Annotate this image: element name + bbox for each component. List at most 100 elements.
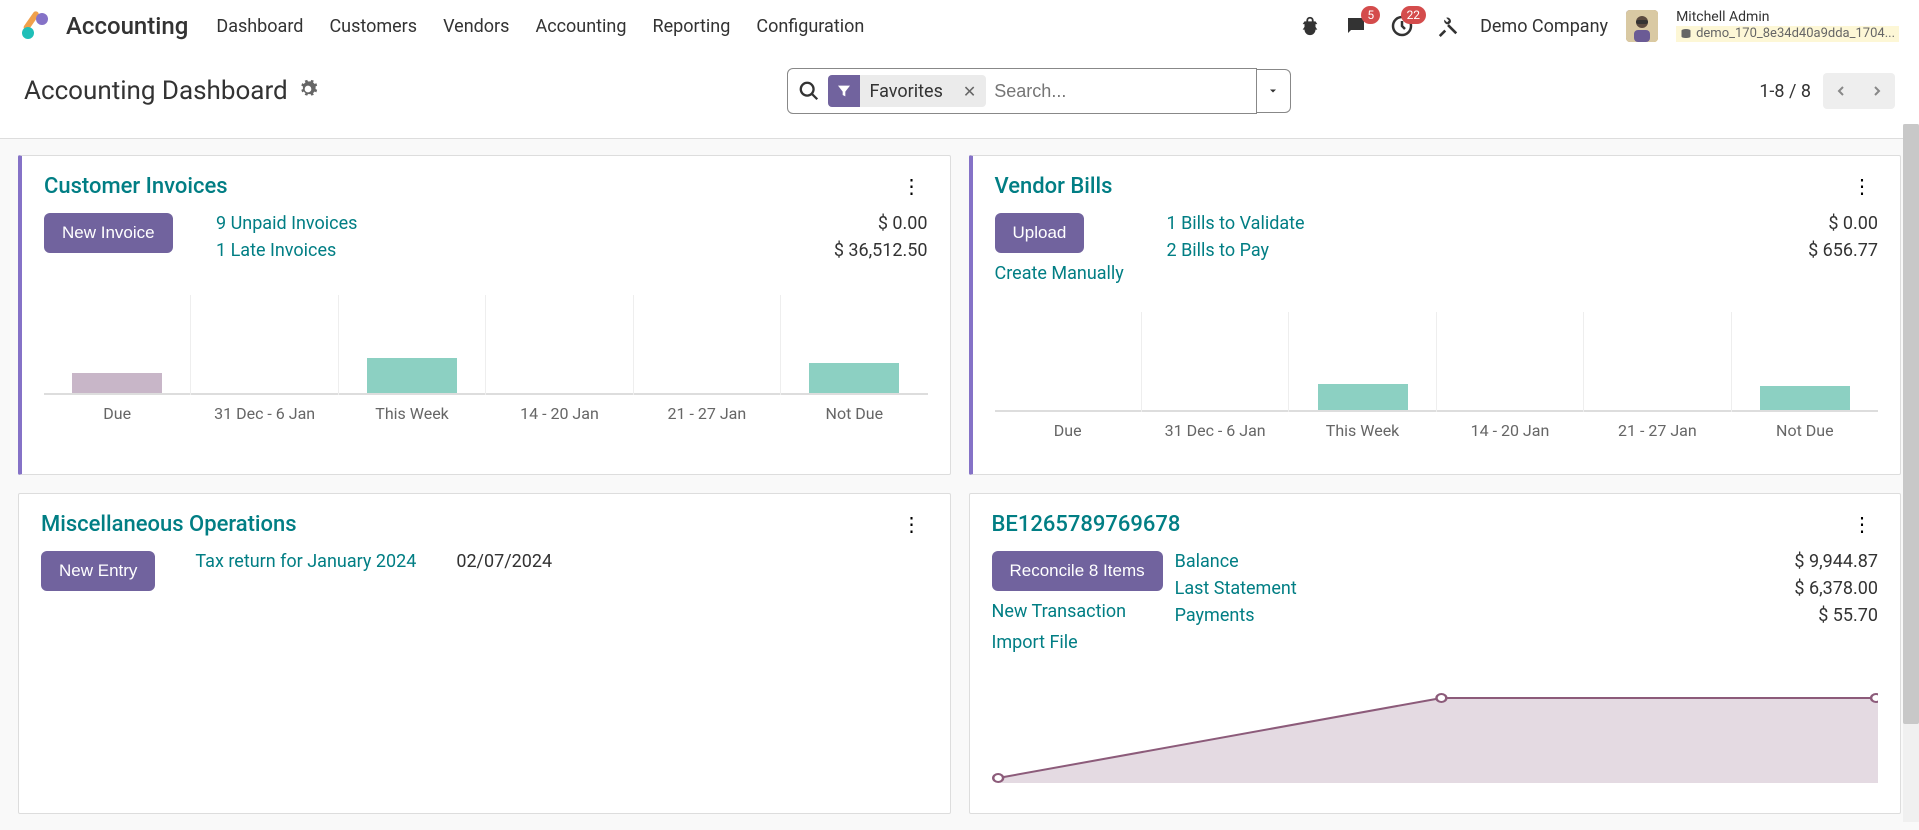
- link-tax-return[interactable]: Tax return for January 2024: [195, 551, 416, 572]
- kebab-icon[interactable]: ⋮: [1846, 174, 1878, 198]
- kebab-icon[interactable]: ⋮: [1846, 512, 1878, 536]
- bar-label: Due: [1054, 421, 1082, 440]
- label-payments[interactable]: Payments: [1175, 605, 1255, 626]
- link-new-transaction[interactable]: New Transaction: [992, 601, 1163, 622]
- bar-label: Not Due: [826, 404, 884, 423]
- bar-column[interactable]: 14 - 20 Jan: [486, 295, 633, 395]
- kanban-dashboard: Customer Invoices ⋮ New Invoice 9 Unpaid…: [0, 139, 1919, 830]
- value-late-invoices: $ 36,512.50: [808, 240, 928, 261]
- card-title[interactable]: BE1265789769678: [992, 512, 1181, 537]
- search-options-dropdown[interactable]: [1257, 69, 1291, 113]
- bills-bar-chart: Due31 Dec - 6 JanThis Week14 - 20 Jan21 …: [995, 312, 1879, 444]
- value-last-statement: $ 6,378.00: [1758, 578, 1878, 599]
- bar-label: Not Due: [1776, 421, 1834, 440]
- company-switcher[interactable]: Demo Company: [1480, 16, 1608, 37]
- link-create-manually[interactable]: Create Manually: [995, 263, 1155, 284]
- messages-badge: 5: [1361, 6, 1380, 24]
- nav-dashboard[interactable]: Dashboard: [216, 16, 303, 37]
- bar-column[interactable]: 21 - 27 Jan: [634, 295, 781, 395]
- pager-text[interactable]: 1-8 / 8: [1759, 81, 1811, 102]
- bar-column[interactable]: 14 - 20 Jan: [1437, 312, 1584, 412]
- filter-icon: [828, 75, 860, 107]
- bar-column[interactable]: 31 Dec - 6 Jan: [191, 295, 338, 395]
- page-title: Accounting Dashboard: [24, 76, 288, 106]
- bar: [367, 358, 457, 393]
- bank-line-chart: [992, 673, 1879, 783]
- link-bills-pay[interactable]: 2 Bills to Pay: [1167, 240, 1759, 261]
- link-import-file[interactable]: Import File: [992, 632, 1163, 653]
- bar-label: Due: [103, 404, 131, 423]
- gear-icon[interactable]: [298, 79, 318, 103]
- activities-badge: 22: [1401, 6, 1427, 24]
- card-title[interactable]: Miscellaneous Operations: [41, 512, 297, 537]
- label-balance[interactable]: Balance: [1175, 551, 1239, 572]
- bar-column[interactable]: Due: [44, 295, 191, 395]
- link-unpaid-invoices[interactable]: 9 Unpaid Invoices: [216, 213, 808, 234]
- messages-icon[interactable]: 5: [1342, 12, 1370, 40]
- nav-accounting[interactable]: Accounting: [535, 16, 626, 37]
- user-menu[interactable]: Mitchell Admin demo_170_8e34d40a9dda_170…: [1676, 10, 1899, 42]
- tax-return-date: 02/07/2024: [456, 551, 552, 572]
- search-icon[interactable]: [798, 80, 820, 102]
- bar-label: 14 - 20 Jan: [1471, 421, 1550, 440]
- bar: [1318, 384, 1408, 410]
- bar-label: 31 Dec - 6 Jan: [214, 404, 315, 423]
- label-last-statement[interactable]: Last Statement: [1175, 578, 1297, 599]
- kebab-icon[interactable]: ⋮: [896, 512, 928, 536]
- card-bank: BE1265789769678 ⋮ Reconcile 8 Items New …: [969, 493, 1902, 814]
- app-logo[interactable]: [20, 11, 50, 41]
- upload-button[interactable]: Upload: [995, 213, 1085, 253]
- card-title[interactable]: Vendor Bills: [995, 174, 1113, 199]
- pager-next[interactable]: [1859, 73, 1895, 109]
- pager-prev[interactable]: [1823, 73, 1859, 109]
- facet-label: Favorites: [860, 81, 953, 102]
- bar-column[interactable]: This Week: [339, 295, 486, 395]
- bar-label: This Week: [1326, 421, 1400, 440]
- search-box[interactable]: Favorites ✕: [787, 68, 1257, 114]
- nav-menu: Dashboard Customers Vendors Accounting R…: [216, 16, 864, 37]
- bar-label: 21 - 27 Jan: [668, 404, 747, 423]
- tools-icon[interactable]: [1434, 12, 1462, 40]
- new-entry-button[interactable]: New Entry: [41, 551, 155, 591]
- value-bills-validate: $ 0.00: [1758, 213, 1878, 234]
- user-name: Mitchell Admin: [1676, 10, 1899, 25]
- nav-reporting[interactable]: Reporting: [652, 16, 730, 37]
- nav-vendors[interactable]: Vendors: [443, 16, 509, 37]
- card-customer-invoices: Customer Invoices ⋮ New Invoice 9 Unpaid…: [18, 155, 951, 475]
- bar: [1760, 386, 1850, 410]
- debug-icon[interactable]: [1296, 12, 1324, 40]
- bar-column[interactable]: 31 Dec - 6 Jan: [1142, 312, 1289, 412]
- search-facet-favorites: Favorites ✕: [828, 75, 987, 107]
- bar-label: This Week: [375, 404, 449, 423]
- bar-column[interactable]: This Week: [1289, 312, 1436, 412]
- bar-label: 21 - 27 Jan: [1618, 421, 1697, 440]
- reconcile-button[interactable]: Reconcile 8 Items: [992, 551, 1163, 591]
- scrollbar[interactable]: [1903, 124, 1919, 822]
- app-name[interactable]: Accounting: [66, 12, 188, 40]
- nav-configuration[interactable]: Configuration: [756, 16, 864, 37]
- nav-customers[interactable]: Customers: [329, 16, 417, 37]
- scrollbar-thumb[interactable]: [1903, 124, 1919, 724]
- facet-remove[interactable]: ✕: [953, 82, 986, 101]
- control-panel: Accounting Dashboard Favorites ✕ 1-8 / 8: [0, 52, 1919, 139]
- bar-column[interactable]: Not Due: [1732, 312, 1878, 412]
- activities-icon[interactable]: 22: [1388, 12, 1416, 40]
- db-name: demo_170_8e34d40a9dda_1704...: [1676, 26, 1899, 42]
- top-nav: Accounting Dashboard Customers Vendors A…: [0, 0, 1919, 52]
- value-balance: $ 9,944.87: [1758, 551, 1878, 572]
- avatar[interactable]: [1626, 10, 1658, 42]
- card-title[interactable]: Customer Invoices: [44, 174, 228, 199]
- bar-column[interactable]: 21 - 27 Jan: [1584, 312, 1731, 412]
- link-bills-validate[interactable]: 1 Bills to Validate: [1167, 213, 1759, 234]
- invoices-bar-chart: Due31 Dec - 6 JanThis Week14 - 20 Jan21 …: [44, 295, 928, 427]
- new-invoice-button[interactable]: New Invoice: [44, 213, 173, 253]
- bar-label: 14 - 20 Jan: [520, 404, 599, 423]
- kebab-icon[interactable]: ⋮: [896, 174, 928, 198]
- search-input[interactable]: [994, 81, 1245, 102]
- value-payments: $ 55.70: [1758, 605, 1878, 626]
- bar-column[interactable]: Due: [995, 312, 1142, 412]
- bar: [72, 373, 162, 393]
- bar-column[interactable]: Not Due: [781, 295, 927, 395]
- link-late-invoices[interactable]: 1 Late Invoices: [216, 240, 808, 261]
- card-misc-operations: Miscellaneous Operations ⋮ New Entry Tax…: [18, 493, 951, 814]
